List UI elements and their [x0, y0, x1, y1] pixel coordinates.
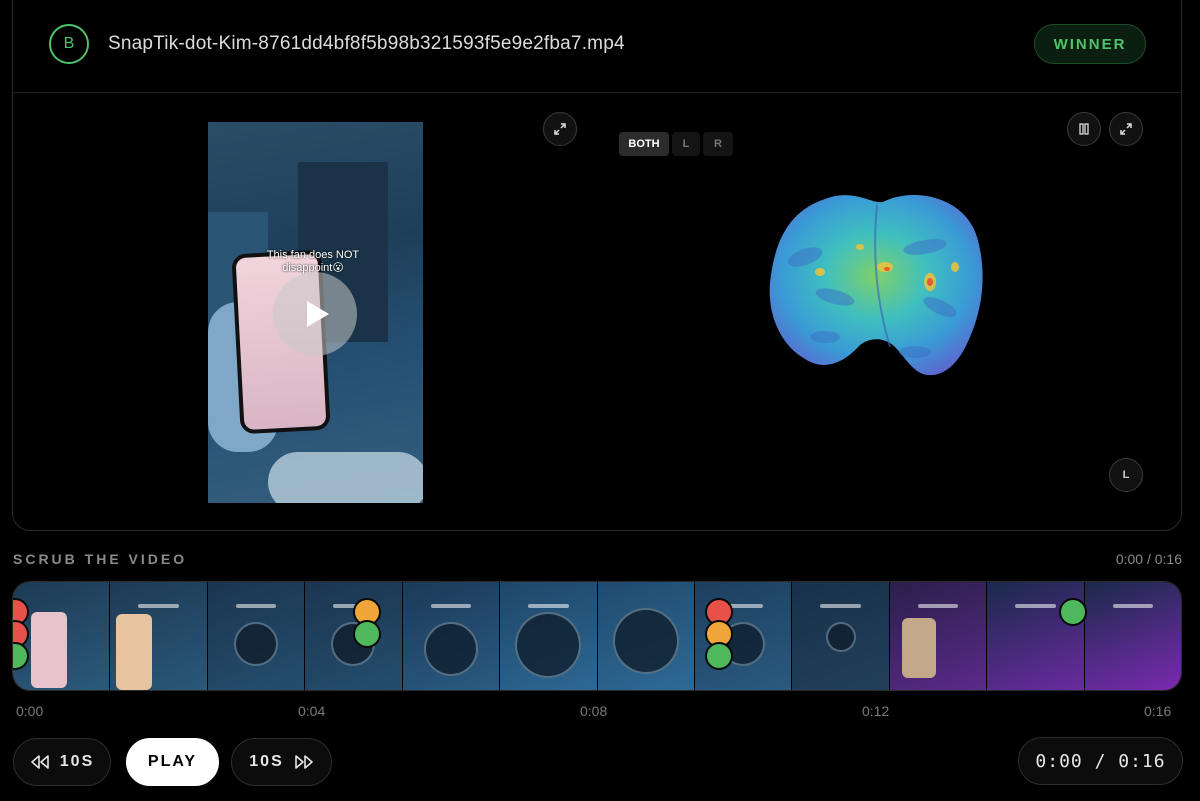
video-play-button[interactable] [273, 272, 357, 356]
filmstrip-frame[interactable] [889, 582, 988, 690]
file-name: SnapTik-dot-Kim-8761dd4bf8f5b98b321593f5… [108, 33, 625, 54]
scrub-time: 0:00 / 0:16 [1115, 551, 1182, 567]
tick-label: 0:12 [862, 703, 890, 719]
marker-green[interactable] [705, 642, 733, 670]
winner-badge: WINNER [1034, 24, 1146, 64]
filmstrip-frame[interactable] [402, 582, 501, 690]
rewind-10s-button[interactable]: 10S [13, 738, 111, 786]
rewind-icon [30, 755, 49, 769]
video-player[interactable]: This fan does NOT disappoint😮 [208, 122, 423, 503]
marker-green[interactable] [1059, 598, 1087, 626]
tick-label: 0:08 [580, 703, 608, 719]
filmstrip-frame[interactable] [597, 582, 695, 690]
filmstrip-frame[interactable] [110, 582, 208, 690]
video-caption-line-1: This fan does NOT [266, 249, 360, 261]
video-scene-blanket [268, 452, 423, 503]
tick-label: 0:00 [16, 703, 44, 719]
expand-icon [1120, 123, 1132, 135]
time-display: 0:00 / 0:16 [1018, 737, 1183, 785]
variant-badge: B [49, 24, 89, 64]
rewind-label: 10S [59, 753, 95, 770]
video-expand-button[interactable] [543, 112, 577, 146]
brain-expand-button[interactable] [1109, 112, 1143, 146]
hemisphere-side-indicator[interactable]: L [1109, 458, 1143, 492]
hemisphere-both-button[interactable]: BOTH [619, 132, 669, 156]
play-icon [307, 301, 329, 327]
fast-forward-icon [294, 755, 313, 769]
forward-10s-button[interactable]: 10S [231, 738, 332, 786]
video-filmstrip[interactable] [12, 581, 1182, 691]
filmstrip-frame[interactable] [1084, 582, 1181, 690]
filmstrip-frame[interactable] [207, 582, 306, 690]
filmstrip-frame[interactable] [792, 582, 890, 690]
brain-visualization[interactable] [765, 187, 987, 387]
tick-label: 0:04 [298, 703, 326, 719]
tick-label: 0:16 [1144, 703, 1172, 719]
expand-icon [554, 123, 566, 135]
card-header: B SnapTik-dot-Kim-8761dd4bf8f5b98b321593… [13, 1, 1181, 93]
play-button[interactable]: PLAY [126, 738, 219, 786]
comparison-card: B SnapTik-dot-Kim-8761dd4bf8f5b98b321593… [12, 0, 1182, 531]
pause-icon [1079, 123, 1089, 135]
forward-label: 10S [249, 753, 284, 770]
video-caption: This fan does NOT disappoint😮 [248, 249, 378, 274]
marker-green[interactable] [353, 620, 381, 648]
hemisphere-right-button[interactable]: R [703, 132, 733, 156]
scrub-timeline-ticks: 0:00 0:04 0:08 0:12 0:16 [0, 703, 1200, 721]
scrub-title: SCRUB THE VIDEO [13, 551, 188, 567]
hemisphere-left-button[interactable]: L [672, 132, 700, 156]
filmstrip-frame[interactable] [500, 582, 598, 690]
brain-pause-button[interactable] [1067, 112, 1101, 146]
